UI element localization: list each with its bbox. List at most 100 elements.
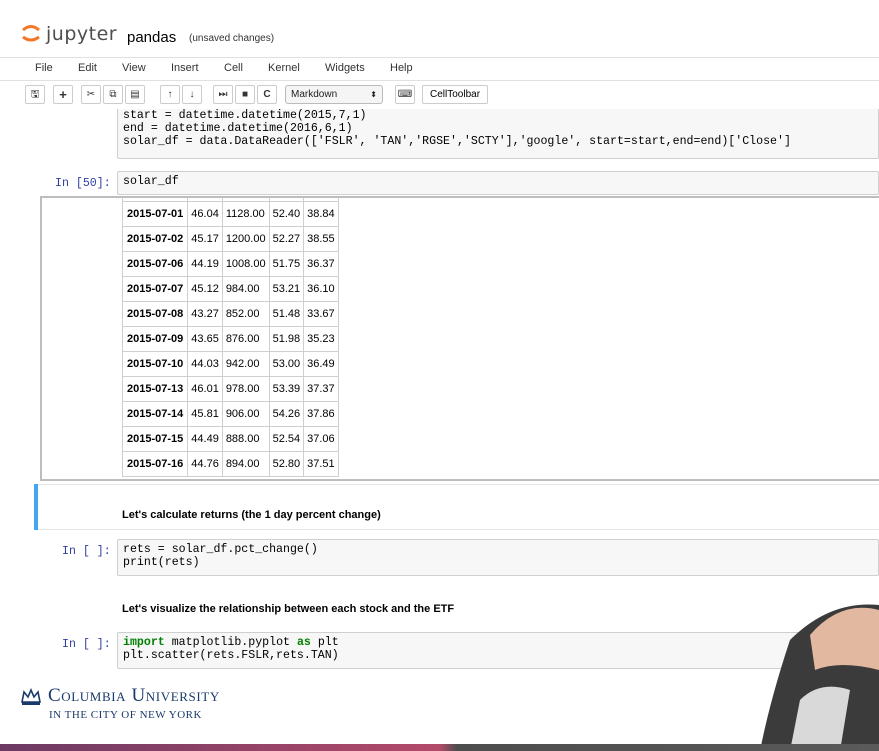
code-token: matplotlib.pyplot <box>164 636 297 649</box>
notebook-container[interactable]: start = datetime.datetime(2015,7,1) end … <box>0 109 879 691</box>
table-row: 2015-07-08 43.27 852.00 51.48 33.67 <box>121 301 339 327</box>
date-cell: 2015-07-09 <box>121 326 189 352</box>
dataframe-table: Date2015-07-0146.041128.0052.4038.842015… <box>121 198 339 477</box>
date-cell: 2015-07-01 <box>121 201 189 227</box>
plus-icon: + <box>59 87 67 102</box>
menu-kernel[interactable]: Kernel <box>268 62 300 74</box>
value-cell: 45.17 <box>187 226 223 252</box>
value-cell: 51.75 <box>268 251 305 277</box>
command-palette-button[interactable]: ⌨ <box>395 85 415 104</box>
date-cell: 2015-07-14 <box>121 401 189 427</box>
value-cell: 978.00 <box>221 376 270 402</box>
menu-help[interactable]: Help <box>390 62 413 74</box>
markdown-text: Let's calculate returns (the 1 day perce… <box>122 509 381 521</box>
markdown-text: Let's visualize the relationship between… <box>122 603 455 615</box>
value-cell: 52.54 <box>268 426 305 452</box>
date-cell: 2015-07-13 <box>121 376 189 402</box>
value-cell: 36.49 <box>303 351 339 377</box>
code-line: solar_df = data.DataReader(['FSLR', 'TAN… <box>123 135 791 148</box>
cell-prompt: In [ ]: <box>62 545 111 558</box>
value-cell: 53.00 <box>268 351 305 377</box>
value-cell: 1200.00 <box>221 226 270 252</box>
table-row: 2015-07-16 44.76 894.00 52.80 37.51 <box>121 451 339 477</box>
value-cell: 888.00 <box>221 426 270 452</box>
value-cell: 44.03 <box>187 351 223 377</box>
date-cell: 2015-07-07 <box>121 276 189 302</box>
menu-widgets[interactable]: Widgets <box>325 62 365 74</box>
code-cell-3-input[interactable]: rets = solar_df.pct_change() print(rets) <box>117 539 879 576</box>
value-cell: 45.81 <box>187 401 223 427</box>
step-forward-icon: ⏭ <box>218 89 228 100</box>
table-row: 2015-07-07 45.12 984.00 53.21 36.10 <box>121 276 339 302</box>
celltoolbar-button[interactable]: CellToolbar <box>422 85 489 104</box>
save-button[interactable]: 🖫 <box>25 85 45 104</box>
select-caret-icon: ⬍ <box>370 90 377 99</box>
restart-button[interactable]: C <box>257 85 277 104</box>
value-cell: 37.51 <box>303 451 339 477</box>
crown-icon <box>21 688 41 705</box>
interrupt-button[interactable]: ■ <box>235 85 255 104</box>
value-cell: 52.80 <box>268 451 305 477</box>
copy-icon: ⧉ <box>109 89 117 100</box>
branding-footer: Columbia University IN THE CITY OF NEW Y… <box>0 680 760 751</box>
table-row: 2015-07-02 45.17 1200.00 52.27 38.55 <box>121 226 339 252</box>
toolbar: 🖫 + ✂ ⧉ ▤ ↑ ↓ ⏭ ■ C Markdown ⬍ ⌨ CellToo… <box>0 82 879 108</box>
code-line: plt.scatter(rets.FSLR,rets.TAN) <box>123 649 339 662</box>
cut-button[interactable]: ✂ <box>81 85 101 104</box>
paste-button[interactable]: ▤ <box>125 85 145 104</box>
run-button[interactable]: ⏭ <box>213 85 233 104</box>
menu-bar: File Edit View Insert Cell Kernel Widget… <box>0 57 879 81</box>
menu-view[interactable]: View <box>122 62 146 74</box>
jupyter-logo-icon[interactable] <box>20 22 42 44</box>
cell-prompt: In [ ]: <box>62 638 111 651</box>
move-up-button[interactable]: ↑ <box>160 85 180 104</box>
dataframe-output[interactable]: Date2015-07-0146.041128.0052.4038.842015… <box>40 196 879 481</box>
value-cell: 54.26 <box>268 401 305 427</box>
insert-cell-button[interactable]: + <box>53 85 73 104</box>
code-line: solar_df <box>123 175 179 188</box>
code-token: plt <box>310 636 339 649</box>
paste-icon: ▤ <box>130 89 140 100</box>
value-cell: 51.98 <box>268 326 305 352</box>
value-cell: 52.40 <box>268 201 305 227</box>
menu-file[interactable]: File <box>35 62 53 74</box>
move-down-button[interactable]: ↓ <box>182 85 202 104</box>
code-cell-2-input[interactable]: solar_df <box>117 171 879 195</box>
save-status: (unsaved changes) <box>189 33 275 44</box>
jupyter-wordmark[interactable]: jupyter <box>46 23 117 45</box>
value-cell: 37.06 <box>303 426 339 452</box>
value-cell: 52.27 <box>268 226 305 252</box>
value-cell: 36.37 <box>303 251 339 277</box>
markdown-cell-1[interactable]: Let's calculate returns (the 1 day perce… <box>38 484 879 530</box>
value-cell: 1008.00 <box>221 251 270 277</box>
code-line: print(rets) <box>123 556 200 569</box>
code-line: rets = solar_df.pct_change() <box>123 543 318 556</box>
cell-type-select[interactable]: Markdown ⬍ <box>285 85 383 104</box>
value-cell: 51.48 <box>268 301 305 327</box>
copy-button[interactable]: ⧉ <box>103 85 123 104</box>
menu-insert[interactable]: Insert <box>171 62 199 74</box>
stop-icon: ■ <box>241 89 249 100</box>
floppy-icon: 🖫 <box>30 89 40 100</box>
code-cell-1-input[interactable]: start = datetime.datetime(2015,7,1) end … <box>117 109 879 159</box>
value-cell: 46.04 <box>187 201 223 227</box>
value-cell: 894.00 <box>221 451 270 477</box>
restart-icon: C <box>263 89 271 100</box>
value-cell: 942.00 <box>221 351 270 377</box>
date-cell: 2015-07-15 <box>121 426 189 452</box>
date-cell: 2015-07-10 <box>121 351 189 377</box>
table-row: 2015-07-09 43.65 876.00 51.98 35.23 <box>121 326 339 352</box>
date-cell: 2015-07-08 <box>121 301 189 327</box>
code-keyword: import <box>123 636 165 649</box>
university-name: Columbia University <box>48 685 220 706</box>
value-cell: 33.67 <box>303 301 339 327</box>
date-cell: 2015-07-16 <box>121 451 189 477</box>
code-line: end = datetime.datetime(2016,6,1) <box>123 122 353 135</box>
video-bottom-bar <box>0 744 879 751</box>
menu-edit[interactable]: Edit <box>78 62 97 74</box>
table-row: 2015-07-15 44.49 888.00 52.54 37.06 <box>121 426 339 452</box>
value-cell: 1128.00 <box>221 201 270 227</box>
menu-cell[interactable]: Cell <box>224 62 243 74</box>
value-cell: 38.84 <box>303 201 339 227</box>
notebook-title[interactable]: pandas <box>127 29 176 46</box>
